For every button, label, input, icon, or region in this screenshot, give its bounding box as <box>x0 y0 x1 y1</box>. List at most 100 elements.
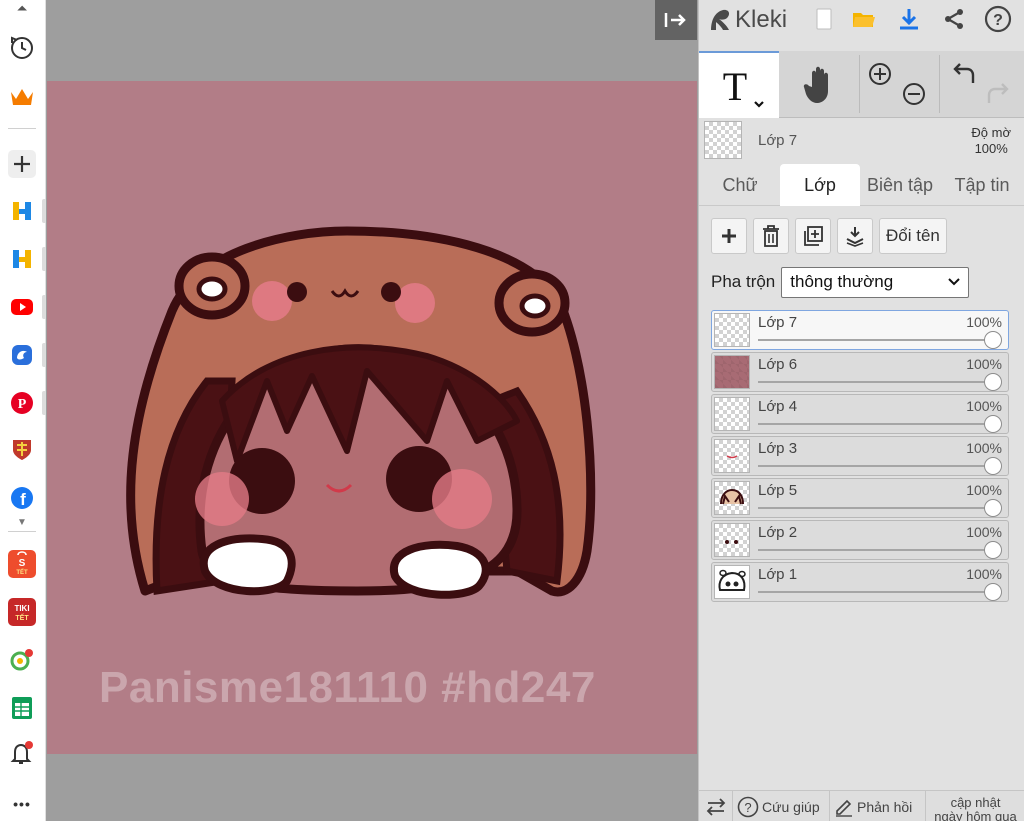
history-icon[interactable] <box>8 34 36 62</box>
shopee-icon[interactable]: S TẾT <box>8 550 36 578</box>
layer-row[interactable]: Lớp 4 100% <box>711 394 1009 434</box>
crown-icon[interactable] <box>8 83 36 111</box>
collapse-panel-button[interactable] <box>655 0 697 40</box>
opacity-slider-track[interactable] <box>758 507 994 509</box>
delete-layer-button[interactable] <box>753 218 789 254</box>
zoom-out-icon <box>903 83 925 105</box>
svg-text:S: S <box>19 558 26 569</box>
help-icon[interactable]: ? <box>983 4 1013 34</box>
help-link[interactable]: ? Cứu giúp <box>733 791 830 821</box>
swap-arrows-icon <box>706 797 725 816</box>
open-folder-icon[interactable] <box>849 4 879 34</box>
tab-file[interactable]: Tập tin <box>945 164 1019 206</box>
opacity-slider-track[interactable] <box>758 549 994 551</box>
pinterest-icon[interactable]: P <box>8 389 36 417</box>
pin-app-icon[interactable] <box>8 646 36 674</box>
messenger-icon[interactable] <box>8 341 36 369</box>
blend-mode-select[interactable]: thông thường <box>781 266 970 298</box>
collapse-down-icon[interactable]: ▼ <box>8 514 36 530</box>
zoom-out-button[interactable] <box>899 51 929 118</box>
tool-divider <box>939 55 940 113</box>
swap-side-button[interactable] <box>699 791 733 821</box>
svg-text:?: ? <box>993 12 1003 29</box>
youtube-icon[interactable] <box>8 293 36 321</box>
drawing-canvas[interactable]: Panisme181110 #hd247 <box>47 81 697 754</box>
more-icon[interactable]: ••• <box>8 790 36 818</box>
chevron-down-icon <box>948 278 960 286</box>
feedback-link[interactable]: Phản hồi <box>830 791 926 821</box>
opacity-slider-handle[interactable] <box>984 331 1002 349</box>
hand-icon <box>803 66 828 103</box>
undo-button[interactable] <box>949 51 979 118</box>
layer-thumbnail <box>714 355 750 389</box>
layer-opacity: 100% <box>966 440 1002 456</box>
app-root: ⏶ P f ▼ S TẾT TIKI TẾT ••• Panisme181110… <box>0 0 1024 821</box>
layer-thumbnail <box>714 481 750 515</box>
sidebar-tab-marker <box>42 199 46 223</box>
h-app-icon[interactable] <box>8 197 36 225</box>
tab-text[interactable]: Chữ <box>705 164 775 206</box>
download-icon[interactable] <box>894 4 924 34</box>
bell-icon[interactable] <box>8 740 36 768</box>
layer-thumbnail <box>714 313 750 347</box>
layer-row[interactable]: Lớp 7 100% <box>711 310 1009 350</box>
layer-opacity: 100% <box>966 314 1002 330</box>
layer-name: Lớp 6 <box>758 356 798 373</box>
trash-icon <box>763 225 779 247</box>
layer-name: Lớp 3 <box>758 440 798 457</box>
add-layer-button[interactable] <box>711 218 747 254</box>
collapse-up-icon[interactable]: ⏶ <box>8 0 36 16</box>
facebook-icon[interactable]: f <box>8 484 36 512</box>
rename-layer-button[interactable]: Đổi tên <box>879 218 947 254</box>
layer-thumbnail <box>714 565 750 599</box>
opacity-slider-handle[interactable] <box>984 373 1002 391</box>
opacity-slider-track[interactable] <box>758 591 994 593</box>
layer-name: Lớp 4 <box>758 398 798 415</box>
opacity-slider-handle[interactable] <box>984 457 1002 475</box>
shield-app-icon[interactable] <box>8 436 36 464</box>
opacity-slider-handle[interactable] <box>984 499 1002 517</box>
h-app-icon-2[interactable] <box>8 245 36 273</box>
share-icon[interactable] <box>939 4 969 34</box>
add-icon[interactable] <box>8 150 36 178</box>
sidebar-tab-marker <box>42 295 46 319</box>
feedback-label: Phản hồi <box>857 798 913 815</box>
opacity-slider-handle[interactable] <box>984 583 1002 601</box>
text-tool[interactable]: T <box>699 51 779 118</box>
blend-mode-value: thông thường <box>790 272 894 291</box>
update-line-2: ngày hôm qua <box>934 809 1017 821</box>
kleki-logo[interactable]: Kleki <box>707 4 787 36</box>
opacity-slider-handle[interactable] <box>984 541 1002 559</box>
opacity-slider-track[interactable] <box>758 339 994 341</box>
layer-thumbnail <box>714 523 750 557</box>
layer-row[interactable]: Lớp 2 100% <box>711 520 1009 560</box>
watermark-text: Panisme181110 #hd247 <box>99 663 596 712</box>
current-layer-info: Lớp 7 Độ mờ 100% <box>699 118 1024 162</box>
opacity-label: Độ mờ <box>971 125 1011 140</box>
update-link[interactable]: cập nhật ngày hôm qua <box>926 791 1024 821</box>
new-file-icon[interactable] <box>809 4 839 34</box>
layer-row[interactable]: Lớp 6 100% <box>711 352 1009 392</box>
update-line-1: cập nhật <box>950 795 1001 810</box>
merge-down-icon <box>846 227 864 247</box>
app-name: Kleki <box>735 6 788 33</box>
layer-row[interactable]: Lớp 1 100% <box>711 562 1009 602</box>
tab-layers[interactable]: Lớp <box>780 164 860 206</box>
tab-edit[interactable]: Biên tập <box>861 164 939 206</box>
duplicate-layer-button[interactable] <box>795 218 831 254</box>
opacity-slider-handle[interactable] <box>984 415 1002 433</box>
opacity-value: 100% <box>974 141 1008 156</box>
zoom-in-button[interactable] <box>865 51 895 118</box>
hand-tool[interactable] <box>781 51 859 118</box>
redo-button[interactable] <box>983 51 1013 118</box>
layer-row[interactable]: Lớp 3 100% <box>711 436 1009 476</box>
sheets-icon[interactable] <box>8 694 36 722</box>
layer-row[interactable]: Lớp 5 100% <box>711 478 1009 518</box>
opacity-slider-track[interactable] <box>758 465 994 467</box>
layer-opacity: 100% <box>966 356 1002 372</box>
opacity-slider-track[interactable] <box>758 423 994 425</box>
tiki-icon[interactable]: TIKI TẾT <box>8 598 36 626</box>
merge-down-button[interactable] <box>837 218 873 254</box>
opacity-slider-track[interactable] <box>758 381 994 383</box>
layer-name: Lớp 7 <box>758 314 798 331</box>
